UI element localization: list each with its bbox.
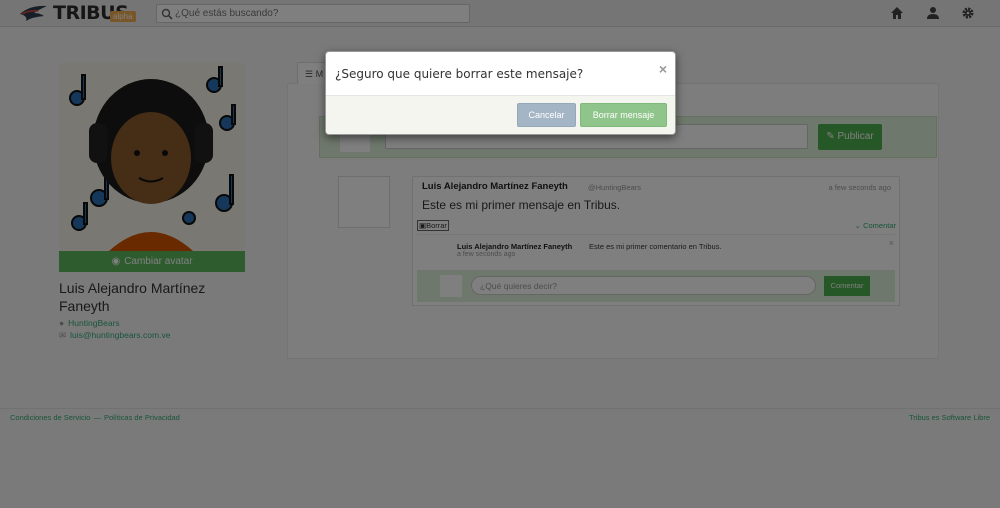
- modal-header: ¿Seguro que quiere borrar este mensaje? …: [326, 52, 675, 96]
- delete-message-button[interactable]: Borrar mensaje: [580, 103, 667, 127]
- modal-footer: Cancelar Borrar mensaje: [326, 96, 675, 134]
- cancel-button[interactable]: Cancelar: [517, 103, 576, 127]
- modal-title: ¿Seguro que quiere borrar este mensaje?: [335, 67, 584, 81]
- close-icon[interactable]: ×: [659, 61, 667, 77]
- confirm-delete-dialog: ¿Seguro que quiere borrar este mensaje? …: [325, 51, 676, 135]
